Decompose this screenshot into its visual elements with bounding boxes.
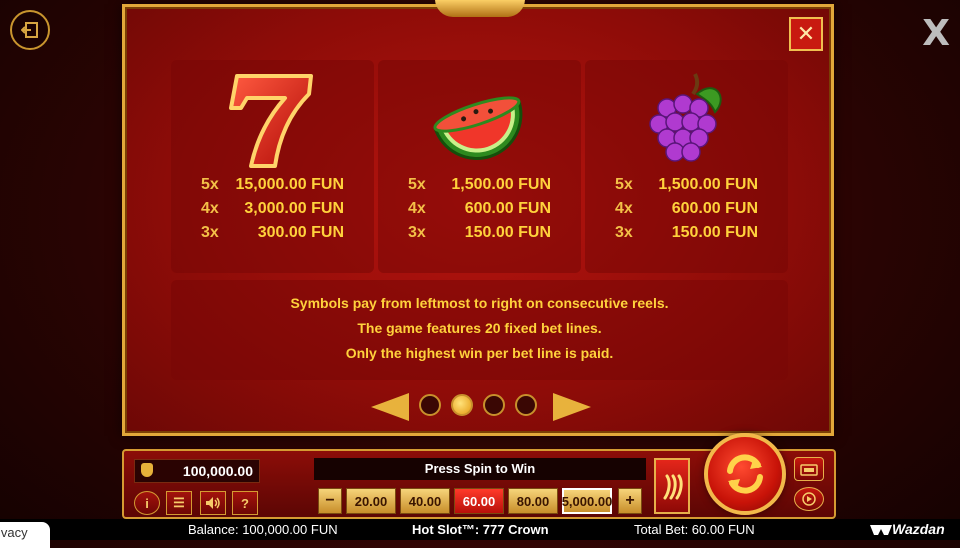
multiplier: 5x [201,176,219,193]
game-title: Hot Slot™: 777 Crown [412,522,549,537]
payout-amount: 1,500.00 FUN [451,176,551,193]
spin-button[interactable] [704,433,786,515]
payout-row: 5x 1,500.00 FUN [585,176,788,198]
money-bag-icon [141,463,153,477]
multiplier: 3x [201,224,219,241]
payout-row: 3x 300.00 FUN [171,224,374,246]
multiplier: 4x [408,200,426,217]
message-display: Press Spin to Win [314,458,646,480]
payout-amount: 150.00 FUN [671,224,758,241]
payout-row: 3x 150.00 FUN [585,224,788,246]
close-game-icon[interactable]: X [922,16,950,52]
balance-value: 100,000.00 [182,463,253,479]
bet-decrease-button[interactable]: − [318,488,342,514]
page-dot-1[interactable] [419,394,441,416]
turbo-button[interactable] [654,458,690,514]
chili-icon [663,474,683,500]
payout-row: 3x 150.00 FUN [378,224,581,246]
payout-row: 4x 3,000.00 FUN [171,200,374,222]
bet-increase-button[interactable]: + [618,488,642,514]
multiplier: 4x [615,200,633,217]
payout-amount: 1,500.00 FUN [658,176,758,193]
privacy-link[interactable]: ivacy [0,522,50,548]
payout-row: 4x 600.00 FUN [585,200,788,222]
next-page-arrow-icon[interactable] [553,393,591,421]
control-panel: 100,000.00 i ☰ ? Press Spin to Win − 20.… [122,433,836,519]
balance-display: 100,000.00 [134,459,260,483]
info-button[interactable]: i [134,491,160,515]
rules-line: Only the highest win per bet line is pai… [345,345,614,361]
multiplier: 5x [408,176,426,193]
status-bar: Balance: 100,000.00 FUN Hot Slot™: 777 C… [0,519,960,540]
payout-row: 5x 1,500.00 FUN [378,176,581,198]
play-icon [802,492,816,506]
rules-line: The game features 20 fixed bet lines. [357,320,602,336]
payout-amount: 600.00 FUN [464,200,551,217]
multiplier: 5x [615,176,633,193]
multiplier: 3x [615,224,633,241]
symbol-panel-seven: 5x 15,000.00 FUN 4x 3,000.00 FUN 3x 300.… [171,60,374,273]
brand-logo: Wazdan [870,519,945,540]
multiplier: 3x [408,224,426,241]
bet-option-60[interactable]: 60.00 [454,488,504,514]
payout-amount: 3,000.00 FUN [244,200,344,217]
status-total-bet: Total Bet: 60.00 FUN [634,522,755,537]
rules-text-box: Symbols pay from leftmost to right on co… [171,280,788,380]
page-dot-2[interactable] [451,394,473,416]
symbol-panel-grapes: 5x 1,500.00 FUN 4x 600.00 FUN 3x 150.00 … [585,60,788,273]
rules-line: Symbols pay from leftmost to right on co… [290,295,669,311]
crown-ornament [435,0,525,17]
exit-icon [21,22,38,38]
paytable-dialog: ✕ 5x 15,000.00 FUN 4x 3,000.00 FUN 3x 30… [122,0,834,436]
prev-page-arrow-icon[interactable] [371,393,409,421]
brand-name: Wazdan [892,521,945,537]
spin-arrows-icon [727,454,763,494]
payout-amount: 15,000.00 FUN [235,176,344,193]
page-dot-3[interactable] [483,394,505,416]
exit-button[interactable] [10,10,50,50]
bet-option-40[interactable]: 40.00 [400,488,450,514]
payout-amount: 300.00 FUN [257,224,344,241]
sound-button[interactable] [200,491,226,515]
grapes-icon [648,73,722,162]
slot-machine-icon [800,464,818,476]
paytable-close-button[interactable]: ✕ [789,17,823,51]
autoplay-settings-button[interactable] [794,457,824,481]
wazdan-logo-icon [870,525,892,536]
autoplay-button[interactable] [794,487,824,511]
payout-row: 4x 600.00 FUN [378,200,581,222]
page-navigation [371,391,591,423]
speaker-icon [206,497,220,509]
help-button[interactable]: ? [232,491,258,515]
bet-option-80[interactable]: 80.00 [508,488,558,514]
status-balance: Balance: 100,000.00 FUN [188,522,338,537]
payout-amount: 150.00 FUN [464,224,551,241]
symbol-panel-watermelon: 5x 1,500.00 FUN 4x 600.00 FUN 3x 150.00 … [378,60,581,273]
seven-icon [228,74,313,168]
multiplier: 4x [201,200,219,217]
page-dot-4[interactable] [515,394,537,416]
payout-amount: 600.00 FUN [671,200,758,217]
payout-row: 5x 15,000.00 FUN [171,176,374,198]
bet-option-max[interactable]: 5,000.00 [562,488,612,514]
menu-button[interactable]: ☰ [166,491,192,515]
bet-option-20[interactable]: 20.00 [346,488,396,514]
watermelon-icon [432,96,522,160]
